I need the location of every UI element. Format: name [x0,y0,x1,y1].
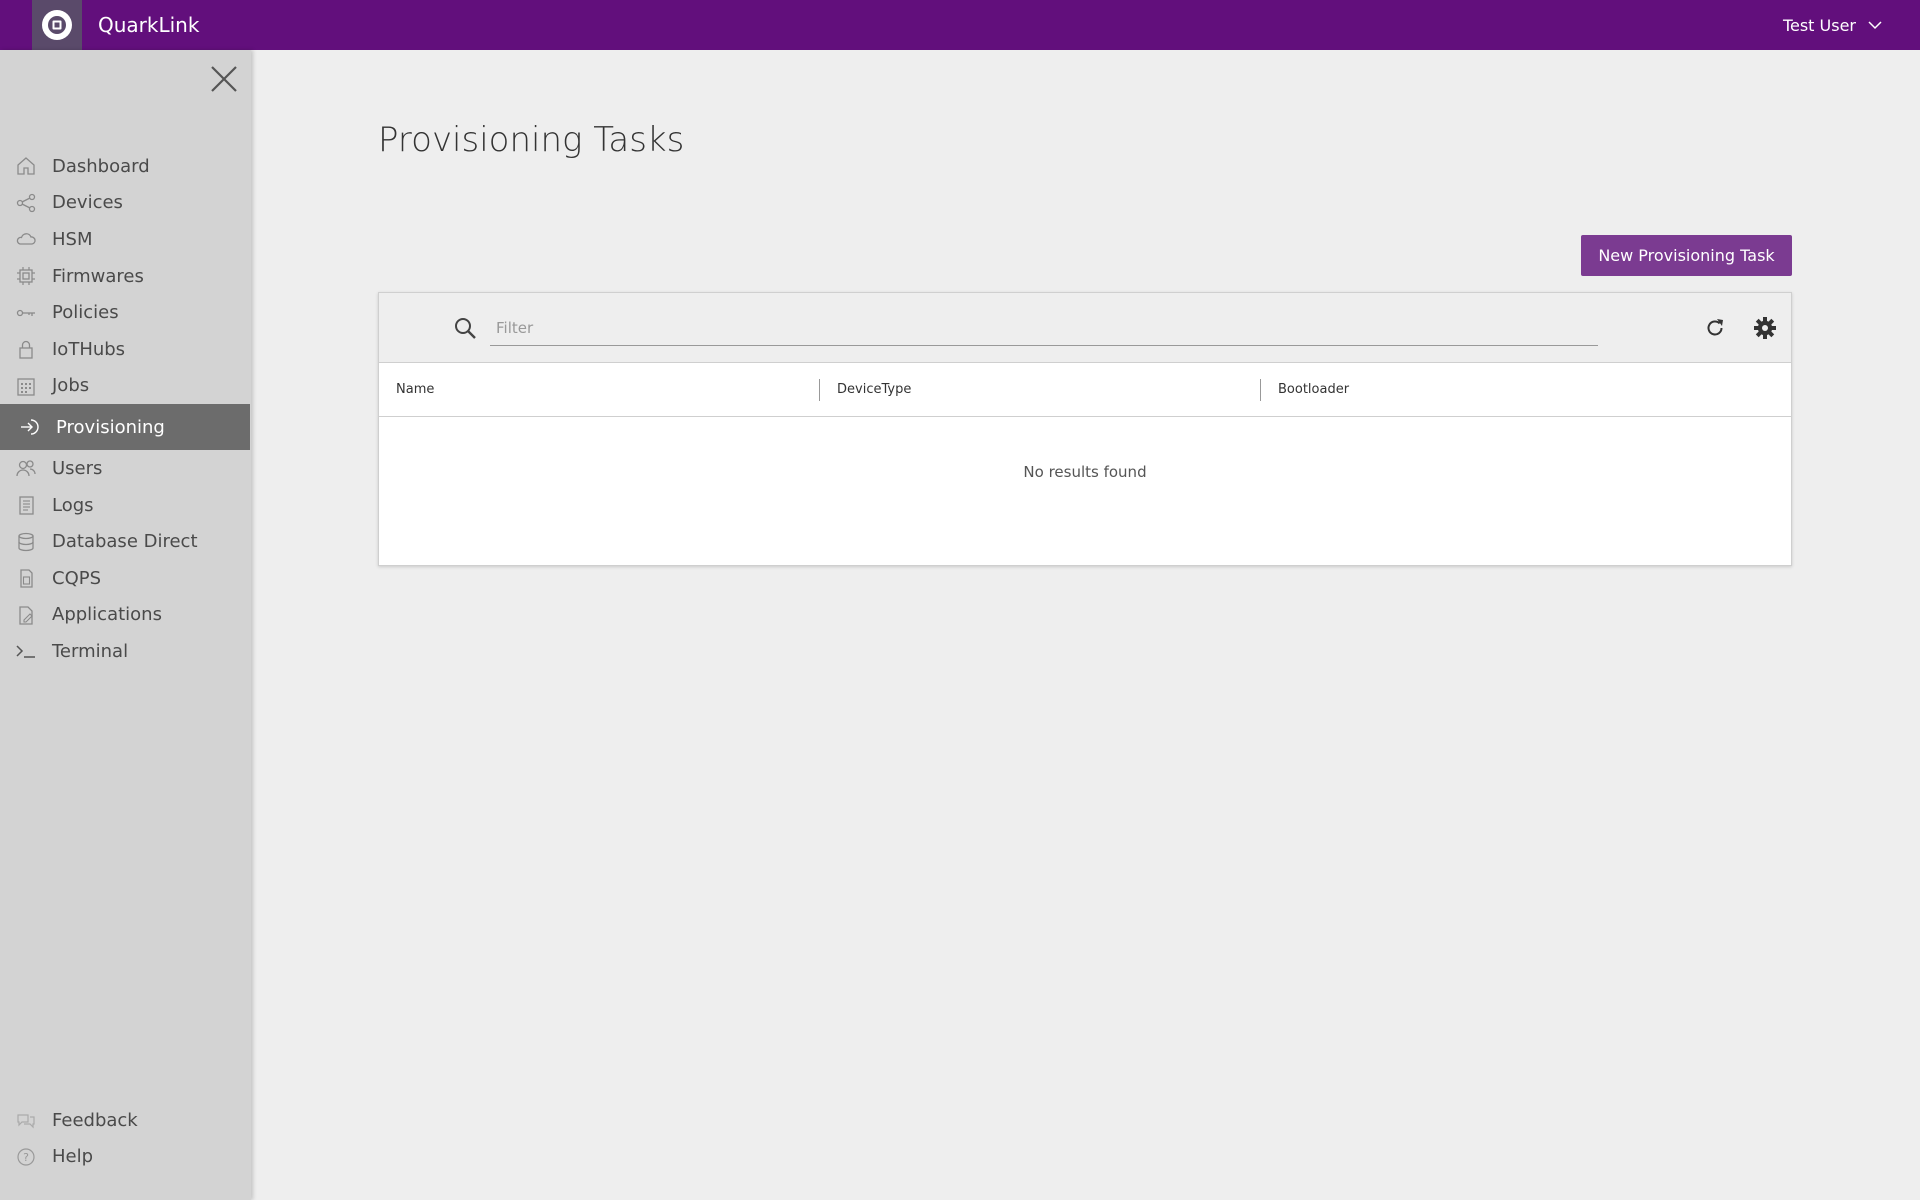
chevron-down-icon [1868,21,1882,30]
sidebar-item-label: Policies [52,302,119,324]
sidebar-item-label: Logs [52,494,94,516]
sidebar-item-label: Users [52,457,103,479]
table-settings-button[interactable] [1751,314,1779,342]
sidebar-item-firmwares[interactable]: Firmwares [0,258,251,295]
sidebar-item-devices[interactable]: Devices [0,185,251,222]
refresh-icon [1707,319,1723,336]
sidebar-item-policies[interactable]: Policies [0,294,251,331]
sidebar-item-dashboard[interactable]: Dashboard [0,148,251,185]
top-bar: QuarkLink Test User [0,0,1920,50]
document-icon [14,493,38,517]
sidebar-item-database-direct[interactable]: Database Direct [0,523,251,560]
sidebar-item-label: Provisioning [56,416,165,438]
search-icon [453,316,477,340]
close-icon [211,66,237,92]
filter-input[interactable] [490,310,1598,346]
sidebar-item-help[interactable]: ? Help [0,1139,251,1176]
empty-results-message: No results found [1023,463,1147,481]
user-menu[interactable]: Test User [1783,0,1882,50]
sidebar-item-label: Dashboard [52,155,150,177]
cloud-icon [14,227,38,251]
sidebar-item-label: HSM [52,228,93,250]
sidebar-bottom-nav: Feedback ? Help [0,1102,251,1175]
lock-icon [14,337,38,361]
database-icon [14,530,38,554]
sidebar-item-label: IoTHubs [52,338,126,360]
sidebar-item-provisioning[interactable]: Provisioning [0,404,250,451]
sidebar-item-terminal[interactable]: Terminal [0,633,251,670]
svg-text:?: ? [23,1151,29,1164]
sidebar-item-users[interactable]: Users [0,450,251,487]
app-name[interactable]: QuarkLink [98,0,199,50]
column-header-bootloader[interactable]: Bootloader [1278,363,1349,417]
home-icon [14,154,38,178]
sidebar-nav: Dashboard Devices HSM Firmwares Policies [0,148,251,670]
sign-in-icon [18,415,42,439]
table-toolbar [379,293,1791,363]
sidebar-item-label: Terminal [52,640,129,662]
sidebar-item-cqps[interactable]: CQPS [0,560,251,597]
question-icon: ? [14,1145,38,1169]
sidebar-item-label: CQPS [52,567,102,589]
column-header-devicetype[interactable]: DeviceType [837,363,911,417]
refresh-button[interactable] [1702,315,1728,341]
sidebar-item-label: Devices [52,192,123,214]
share-icon [14,191,38,215]
sidebar-item-label: Database Direct [52,531,198,553]
sidebar-item-iothubs[interactable]: IoTHubs [0,331,251,368]
page-title: Provisioning Tasks [378,120,685,160]
new-provisioning-task-button[interactable]: New Provisioning Task [1581,235,1792,276]
sidebar-item-feedback[interactable]: Feedback [0,1102,251,1139]
column-resize-handle[interactable] [819,379,820,401]
sidebar-item-hsm[interactable]: HSM [0,221,251,258]
terminal-icon [14,639,38,663]
user-name: Test User [1782,15,1856,35]
sidebar-item-applications[interactable]: Applications [0,597,251,634]
chat-icon [14,1108,38,1132]
users-icon [14,456,38,480]
column-header-name[interactable]: Name [396,363,434,417]
column-resize-handle[interactable] [1260,379,1261,401]
sidebar-item-logs[interactable]: Logs [0,487,251,524]
gear-chip-logo-icon [42,10,72,40]
sidebar-item-label: Jobs [52,375,90,397]
gear-icon [1754,317,1776,339]
file-edit-icon [14,603,38,627]
table-header: Name DeviceType Bootloader [379,363,1791,417]
sidebar-item-label: Firmwares [52,265,144,287]
sim-card-icon [14,566,38,590]
sidebar-close-button[interactable] [207,62,241,96]
sidebar-item-label: Feedback [52,1109,138,1131]
sidebar: Dashboard Devices HSM Firmwares Policies [0,50,251,1200]
sidebar-item-label: Applications [52,604,162,626]
calendar-icon [14,374,38,398]
chip-icon [14,264,38,288]
sidebar-item-jobs[interactable]: Jobs [0,368,251,405]
tasks-table-panel: Name DeviceType Bootloader No results fo… [378,292,1792,566]
app-logo[interactable] [32,0,82,50]
sidebar-item-label: Help [52,1146,94,1168]
key-icon [14,301,38,325]
